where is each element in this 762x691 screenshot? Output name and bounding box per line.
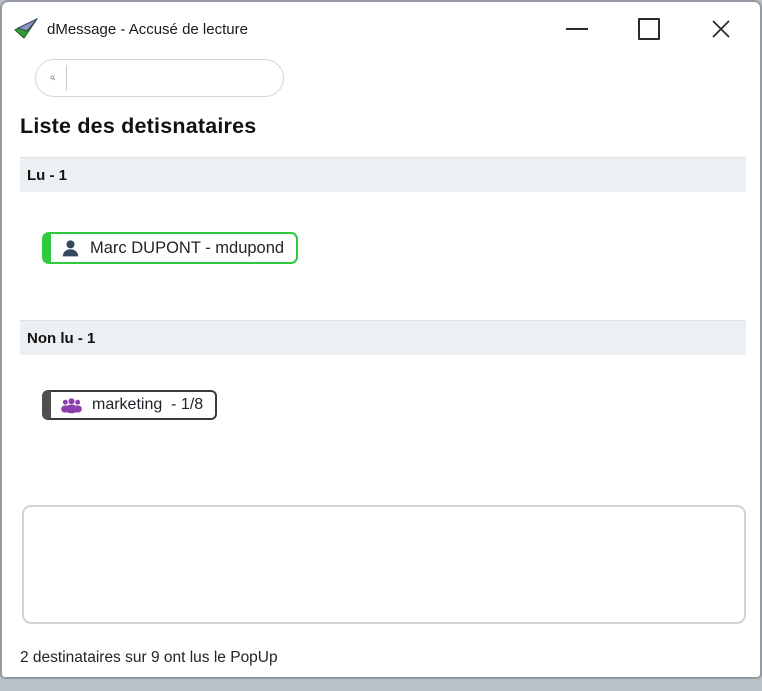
titlebar[interactable]: dMessage - Accusé de lecture xyxy=(14,12,750,46)
recipient-item-read[interactable]: Marc DUPONT - mdupond xyxy=(42,232,299,264)
recipient-label: Marc DUPONT - mdupond xyxy=(90,238,285,257)
section-label-unread: Non lu - 1 xyxy=(27,329,96,347)
user-icon xyxy=(62,239,79,256)
close-button[interactable] xyxy=(698,12,744,46)
window-title: dMessage - Accusé de lecture xyxy=(47,20,248,38)
status-text: 2 destinataires sur 9 ont lus le PopUp xyxy=(20,649,278,666)
maximize-button[interactable] xyxy=(626,12,672,46)
close-icon xyxy=(712,20,730,38)
section-header-unread: Non lu - 1 xyxy=(20,320,746,355)
app-window: dMessage - Accusé de lecture Liste des d… xyxy=(0,0,762,679)
page-title: Liste des detisnataires xyxy=(20,114,257,138)
users-group-icon xyxy=(61,397,82,413)
section-header-read: Lu - 1 xyxy=(20,157,746,192)
minimize-button[interactable] xyxy=(554,12,600,46)
search-box[interactable] xyxy=(35,59,284,97)
recipient-item-unread[interactable]: marketing - 1/8 xyxy=(42,390,218,420)
minimize-icon xyxy=(566,27,588,31)
window-controls xyxy=(554,12,744,46)
search-icon xyxy=(50,75,56,81)
section-label-read: Lu - 1 xyxy=(27,166,67,184)
paper-plane-icon xyxy=(14,17,38,41)
maximize-icon xyxy=(638,18,660,40)
comment-box[interactable] xyxy=(22,505,746,624)
recipient-label: marketing - 1/8 xyxy=(92,396,204,413)
search-input[interactable] xyxy=(76,64,283,92)
